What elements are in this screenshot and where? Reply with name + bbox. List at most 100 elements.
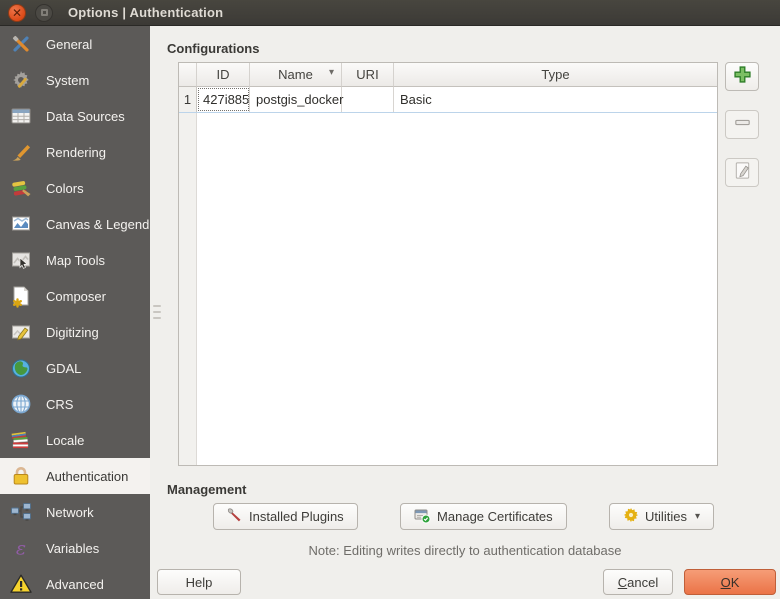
sidebar-item-label: Authentication [46,469,128,484]
utilities-gear-icon [623,507,639,526]
map-tools-cursor-icon [9,248,33,272]
edit-configuration-button[interactable] [725,158,759,187]
column-header-name[interactable]: Name ▾ [250,63,342,87]
sidebar-item-composer[interactable]: Composer [0,278,150,314]
sort-descending-icon: ▾ [329,67,334,78]
sidebar-item-locale[interactable]: Locale [0,422,150,458]
table-empty-area [179,113,717,465]
button-label: OK [721,575,740,590]
manage-certificates-button[interactable]: Manage Certificates [400,503,567,530]
cell-id[interactable]: 427i885 [197,87,250,112]
sidebar-item-label: Data Sources [46,109,125,124]
network-computers-icon [9,500,33,524]
titlebar: ✕ Options | Authentication [0,0,780,26]
row-number-gutter [179,113,197,465]
cancel-button[interactable]: Cancel [603,569,673,595]
dialog-footer: Help Cancel OK [150,569,780,599]
sidebar-item-network[interactable]: Network [0,494,150,530]
dropdown-arrow-icon: ▾ [695,511,700,522]
window-title: Options | Authentication [68,5,223,20]
sidebar-item-label: Rendering [46,145,106,160]
variables-epsilon-icon: ε [9,536,33,560]
sidebar-item-label: GDAL [46,361,81,376]
sidebar-item-general[interactable]: General [0,26,150,62]
advanced-warning-icon [9,572,33,596]
column-header-label: ID [217,67,230,82]
options-dialog: ✕ Options | Authentication General Syste… [0,0,780,599]
canvas-legend-map-icon [9,212,33,236]
configurations-heading: Configurations [167,41,780,56]
sidebar-item-label: Variables [46,541,99,556]
add-configuration-button[interactable] [725,62,759,91]
management-heading: Management [167,482,780,497]
cell-uri[interactable] [342,87,394,112]
button-label: Manage Certificates [437,509,553,524]
ok-button[interactable]: OK [684,569,776,595]
column-header-type[interactable]: Type [394,63,717,87]
sidebar-item-label: Map Tools [46,253,105,268]
column-header-label: Name [278,67,313,82]
table-row[interactable]: 1 427i885 postgis_docker Basic [179,87,717,113]
column-header-label: URI [356,67,378,82]
sidebar-item-label: Advanced [46,577,104,592]
sidebar-item-crs[interactable]: CRS [0,386,150,422]
sidebar-item-system[interactable]: System [0,62,150,98]
rendering-brush-icon [9,140,33,164]
edit-pencil-icon [732,160,753,186]
gdal-globe-icon [9,356,33,380]
row-number-cell: 1 [179,87,197,112]
close-button[interactable]: ✕ [8,4,26,22]
table-header-row: ID Name ▾ URI Type [179,63,717,87]
close-icon: ✕ [12,7,22,19]
certificate-check-icon [414,507,431,527]
sidebar-item-map-tools[interactable]: Map Tools [0,242,150,278]
sidebar-item-digitizing[interactable]: Digitizing [0,314,150,350]
sidebar-item-rendering[interactable]: Rendering [0,134,150,170]
composer-page-icon [9,284,33,308]
maximize-icon [41,9,48,16]
column-header-id[interactable]: ID [197,63,250,87]
colors-palette-icon [9,176,33,200]
crs-globe-grid-icon [9,392,33,416]
auth-db-note: Note: Editing writes directly to authent… [150,543,780,558]
svg-text:ε: ε [16,538,26,560]
remove-configuration-button[interactable] [725,110,759,139]
cell-name[interactable]: postgis_docker [250,87,342,112]
sidebar-item-canvas-legend[interactable]: Canvas & Legend [0,206,150,242]
splitter-handle[interactable] [153,305,161,319]
digitizing-pencil-icon [9,320,33,344]
button-label: Help [186,575,213,590]
sidebar-item-variables[interactable]: ε Variables [0,530,150,566]
locale-flags-icon [9,428,33,452]
utilities-button[interactable]: Utilities ▾ [609,503,714,530]
sidebar-item-label: Canvas & Legend [46,217,149,232]
sidebar-item-colors[interactable]: Colors [0,170,150,206]
config-actions [725,62,759,466]
maximize-button[interactable] [35,4,53,22]
sidebar-item-label: General [46,37,92,52]
installed-plugins-button[interactable]: Installed Plugins [213,503,358,530]
data-sources-table-icon [9,104,33,128]
button-label: Cancel [618,575,658,590]
sidebar-item-data-sources[interactable]: Data Sources [0,98,150,134]
button-label: Utilities [645,509,687,524]
sidebar-item-authentication[interactable]: Authentication [0,458,150,494]
column-header-label: Type [541,67,569,82]
authentication-panel: Configurations ID Name ▾ URI [150,26,780,599]
cell-type[interactable]: Basic [394,87,717,112]
general-tools-icon [9,32,33,56]
sidebar-item-gdal[interactable]: GDAL [0,350,150,386]
sidebar-item-advanced[interactable]: Advanced [0,566,150,599]
options-sidebar: General System Data Sources Rendering [0,26,150,599]
sidebar-item-label: Digitizing [46,325,99,340]
help-button[interactable]: Help [157,569,241,595]
sidebar-item-label: CRS [46,397,73,412]
button-label: Installed Plugins [249,509,344,524]
system-gear-icon [9,68,33,92]
row-number-header [179,63,197,87]
plugin-wrench-icon [227,507,243,526]
sidebar-item-label: System [46,73,89,88]
column-header-uri[interactable]: URI [342,63,394,87]
sidebar-item-label: Colors [46,181,84,196]
minus-icon [732,112,753,138]
